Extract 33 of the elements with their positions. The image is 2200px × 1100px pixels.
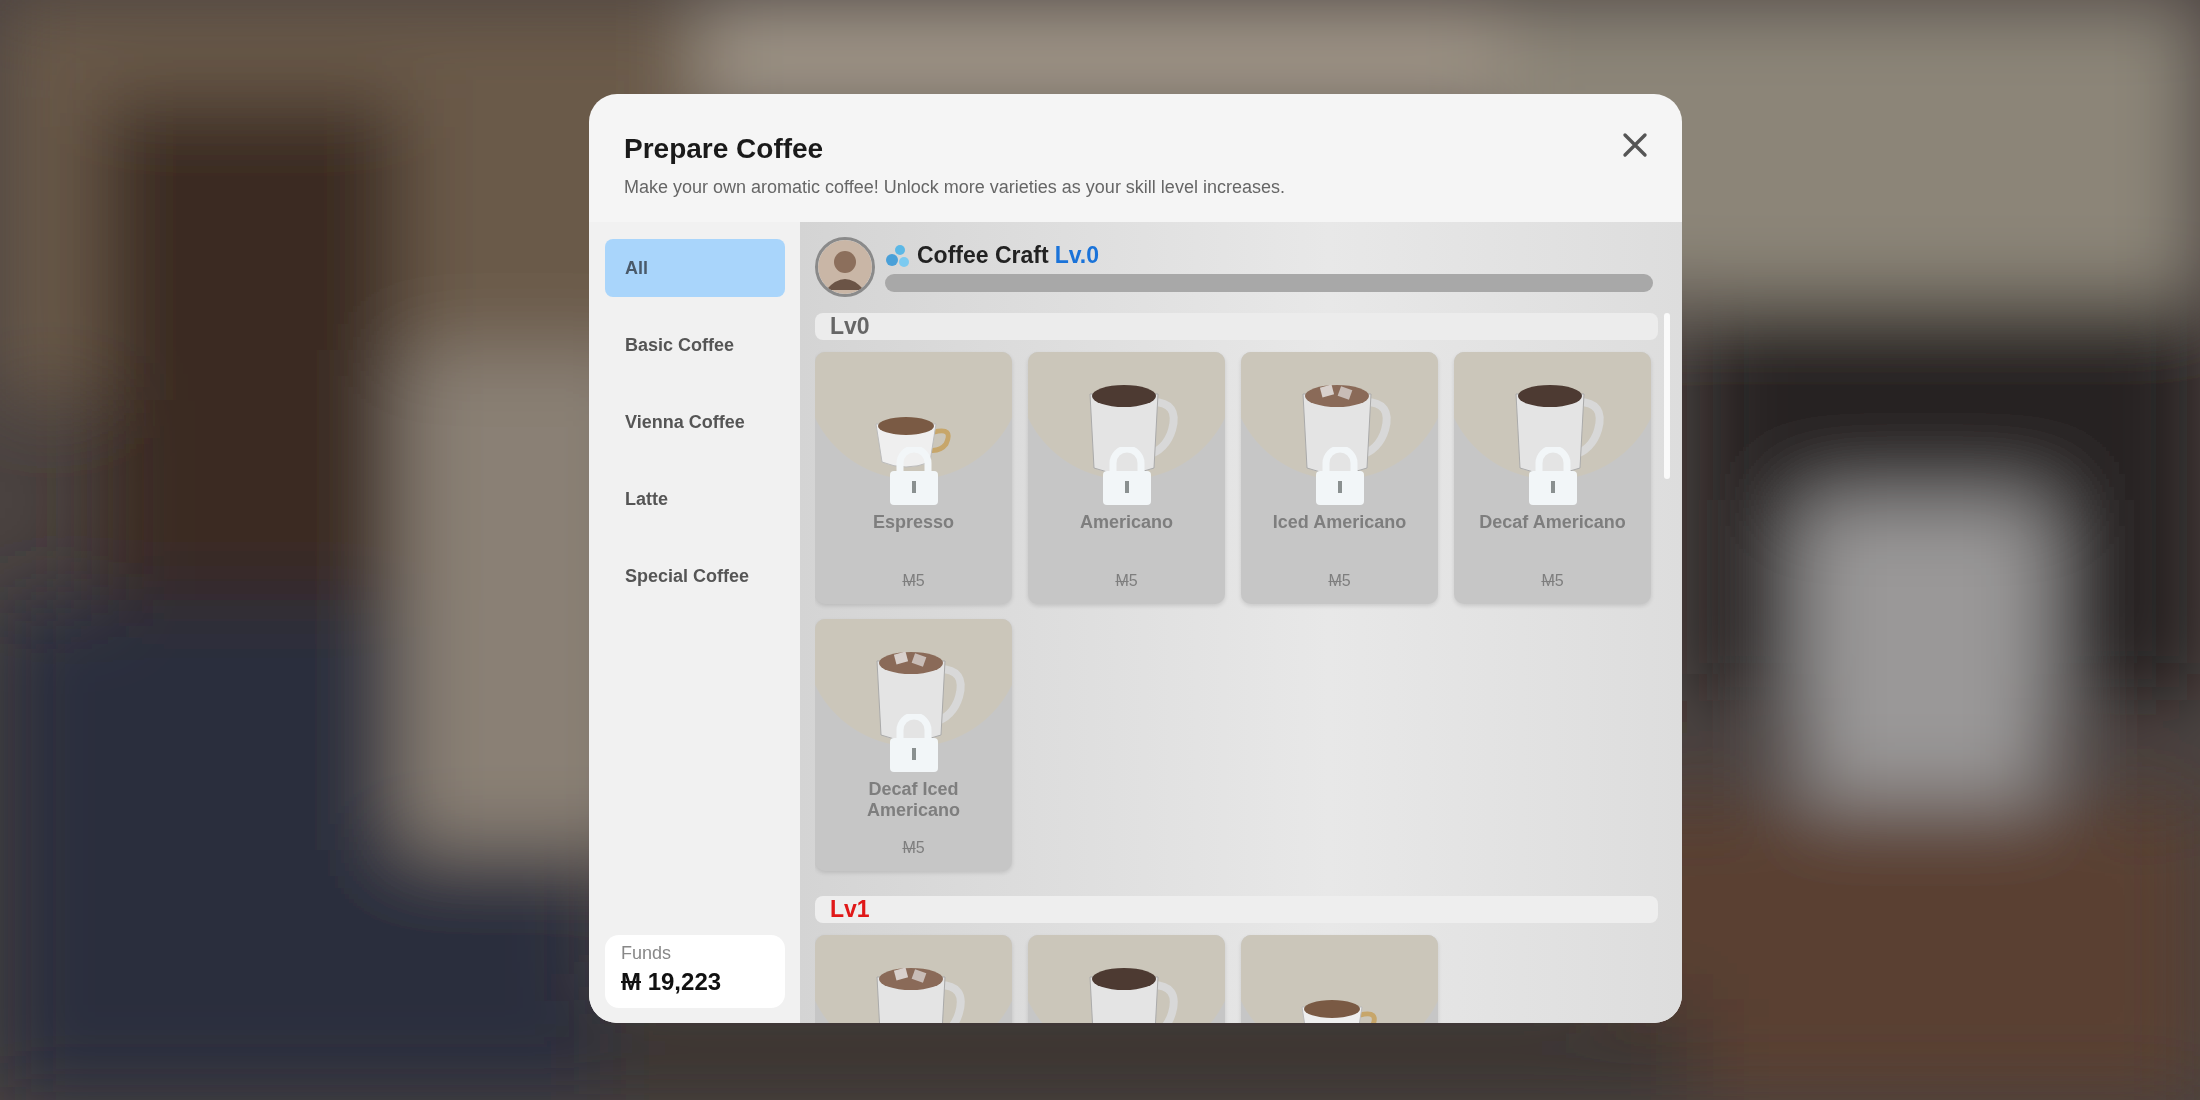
recipe-price: M5 <box>902 839 925 857</box>
close-icon[interactable] <box>1622 132 1648 158</box>
section-header: Lv1 <box>815 896 1658 923</box>
recipe-name: Espresso <box>871 512 955 533</box>
recipe-name: Decaf Americano <box>1478 512 1627 533</box>
cup-icon <box>873 416 954 468</box>
category-tab[interactable]: Special Coffee <box>605 547 785 605</box>
scrollbar[interactable] <box>1664 313 1670 479</box>
recipe-card[interactable]: Iced Americano M5 <box>1241 352 1438 604</box>
recipe-price: M5 <box>902 572 925 590</box>
recipe-card[interactable]: Decaf Americano M5 <box>1454 352 1651 604</box>
recipe-card[interactable]: Americano M5 <box>1028 352 1225 604</box>
funds-label: Funds <box>621 943 672 964</box>
category-tab[interactable]: Latte <box>605 470 785 528</box>
recipe-name: Americano <box>1078 512 1174 533</box>
recipe-name: Decaf Iced Americano <box>865 779 961 821</box>
section-header: Lv0 <box>815 313 1658 340</box>
recipe-card[interactable]: Espresso M5 <box>815 352 1012 604</box>
recipe-name: Iced Americano <box>1271 512 1408 533</box>
bean-icon <box>885 243 911 268</box>
skill-name: Coffee Craft <box>917 242 1049 269</box>
avatar-icon <box>815 237 875 297</box>
recipe-price: M5 <box>1328 572 1351 590</box>
recipe-card[interactable]: Decaf Iced Americano M5 <box>815 619 1012 871</box>
dialog-title: Prepare Coffee <box>624 133 825 165</box>
recipe-price: M5 <box>1541 572 1564 590</box>
category-tab[interactable]: Vienna Coffee <box>605 393 785 451</box>
dialog-subtitle: Make your own aromatic coffee! Unlock more varieties as your skill level increases. <box>624 177 1285 198</box>
recipe-price: M5 <box>1115 572 1138 590</box>
category-tab[interactable]: All <box>605 239 785 297</box>
funds-amount: M 19,223 <box>621 968 722 996</box>
category-tab[interactable]: Basic Coffee <box>605 316 785 374</box>
skill-level: Lv.0 <box>1054 242 1099 269</box>
